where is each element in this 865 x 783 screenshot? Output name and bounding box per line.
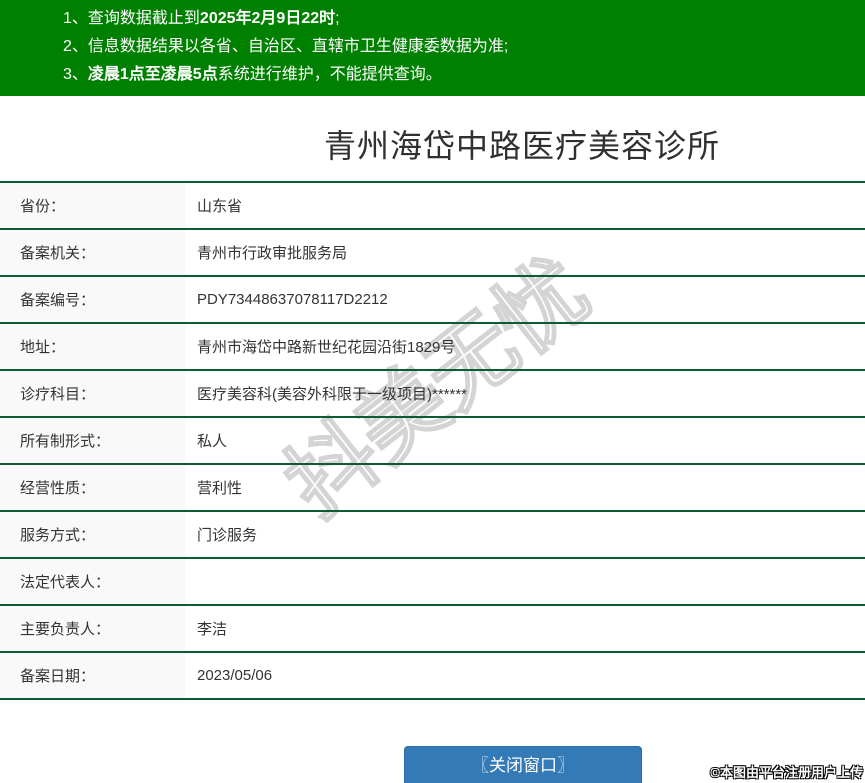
table-row-treatment-subjects: 诊疗科目： 医疗美容科(美容外科限于一级项目)****** — [0, 370, 865, 418]
copyright-overlay: ©本图由平台注册用户上传 — [710, 765, 863, 780]
row-label: 备案日期： — [0, 652, 185, 700]
row-label: 所有制形式： — [0, 417, 185, 465]
notice-1-bold: 2025年2月9日22时 — [199, 10, 336, 27]
notice-line-2: 2、信息数据结果以各省、自治区、直辖市卫生健康委数据为准; — [63, 33, 865, 61]
notice-2-num: 2、 — [63, 38, 88, 55]
row-value: 医疗美容科(美容外科限于一级项目)****** — [185, 370, 865, 418]
table-row-main-person-in-charge: 主要负责人： 李洁 — [0, 605, 865, 653]
notice-3-bold: 凌晨1点至凌晨5点 — [87, 66, 218, 83]
table-row-address: 地址： 青州市海岱中路新世纪花园沿街1829号 — [0, 323, 865, 371]
row-label: 服务方式： — [0, 511, 185, 559]
row-label: 主要负责人： — [0, 605, 185, 653]
row-value: 门诊服务 — [185, 511, 865, 559]
row-label: 省份： — [0, 182, 185, 230]
registration-info-table: 省份： 山东省 备案机关： 青州市行政审批服务局 备案编号： PDY734486… — [0, 181, 865, 700]
notice-3-num: 3、 — [63, 66, 88, 83]
row-value: 私人 — [185, 417, 865, 465]
page-title: 青州海岱中路医疗美容诊所 — [323, 128, 721, 164]
notice-3-post: 系统进行维护，不能提供查询。 — [217, 66, 442, 83]
notice-line-3: 3、凌晨1点至凌晨5点系统进行维护，不能提供查询。 — [63, 61, 865, 89]
row-value: 青州市海岱中路新世纪花园沿街1829号 — [185, 323, 865, 371]
table-row-filing-number: 备案编号： PDY73448637078117D2212 — [0, 276, 865, 324]
row-value: PDY73448637078117D2212 — [185, 276, 865, 324]
row-value: 2023/05/06 — [185, 652, 865, 700]
notice-2-pre: 信息数据结果以各省、自治区、直辖市卫生健康委数据为准; — [87, 38, 509, 55]
row-value: 青州市行政审批服务局 — [185, 229, 865, 277]
table-row-province: 省份： 山东省 — [0, 182, 865, 230]
row-value — [185, 558, 865, 606]
table-row-ownership: 所有制形式： 私人 — [0, 417, 865, 465]
row-value: 营利性 — [185, 464, 865, 512]
row-label: 备案机关： — [0, 229, 185, 277]
row-label: 地址： — [0, 323, 185, 371]
table-row-filing-authority: 备案机关： 青州市行政审批服务局 — [0, 229, 865, 277]
table-row-legal-representative: 法定代表人： — [0, 558, 865, 606]
notice-1-post: ; — [335, 10, 340, 27]
notice-bar: 1、查询数据截止到2025年2月9日22时; 2、信息数据结果以各省、自治区、直… — [0, 0, 865, 96]
notice-1-pre: 查询数据截止到 — [87, 10, 200, 27]
table-row-operating-nature: 经营性质： 营利性 — [0, 464, 865, 512]
notice-1-num: 1、 — [63, 10, 88, 27]
row-value: 山东省 — [185, 182, 865, 230]
row-label: 诊疗科目： — [0, 370, 185, 418]
table-row-filing-date: 备案日期： 2023/05/06 — [0, 652, 865, 700]
notice-line-1: 1、查询数据截止到2025年2月9日22时; — [63, 5, 865, 33]
row-label: 备案编号： — [0, 276, 185, 324]
row-label: 经营性质： — [0, 464, 185, 512]
row-value: 李洁 — [185, 605, 865, 653]
table-row-service-mode: 服务方式： 门诊服务 — [0, 511, 865, 559]
row-label: 法定代表人： — [0, 558, 185, 606]
close-window-button[interactable]: 〖关闭窗口〗 — [404, 746, 642, 783]
